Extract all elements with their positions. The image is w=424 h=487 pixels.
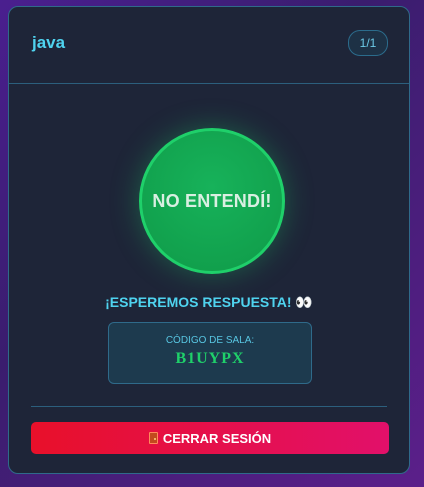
room-code-label: CÓDIGO DE SALA: bbox=[165, 335, 255, 346]
room-code-box: CÓDIGO DE SALA: B1UYPX bbox=[108, 322, 312, 384]
waiting-message: ¡ESPEREMOS RESPUESTA! 👀 bbox=[105, 294, 313, 310]
door-icon bbox=[148, 432, 158, 444]
session-card: java 1/1 NO ENTENDÍ! ¡ESPEREMOS RESPUEST… bbox=[8, 6, 410, 474]
counter-badge: 1/1 bbox=[348, 30, 388, 56]
not-understood-button[interactable]: NO ENTENDÍ! bbox=[139, 128, 285, 274]
logout-label: CERRAR SESIÓN bbox=[162, 430, 272, 446]
room-code-value: B1UYPX bbox=[175, 350, 245, 367]
card-header: java 1/1 bbox=[9, 7, 409, 84]
logout-button[interactable]: CERRAR SESIÓN bbox=[31, 422, 389, 454]
page-title: java bbox=[32, 33, 66, 52]
divider bbox=[31, 406, 387, 407]
